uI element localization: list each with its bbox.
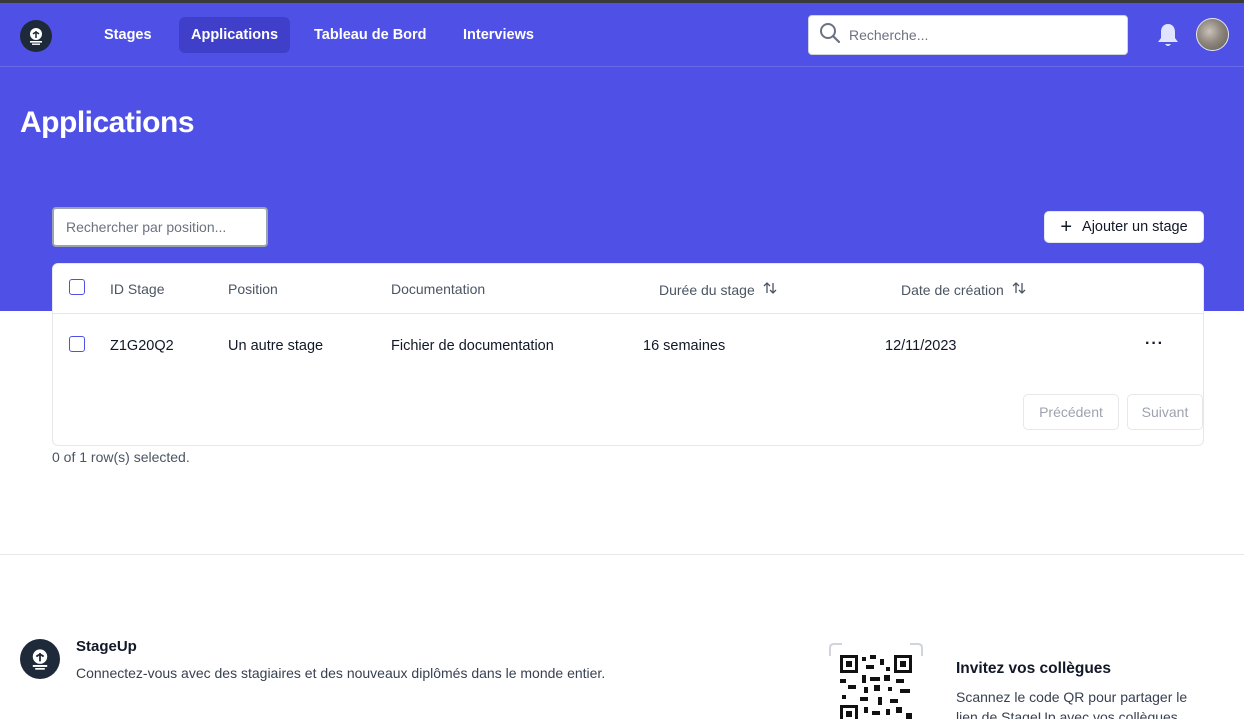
add-stage-label: Ajouter un stage (1082, 219, 1188, 235)
column-header-documentation: Documentation (391, 281, 486, 297)
nav-item-interviews[interactable]: Interviews (451, 17, 546, 53)
column-header-duration[interactable]: Durée du stage (659, 281, 777, 298)
selection-info: 0 of 1 row(s) selected. (52, 449, 190, 465)
stageup-logo-icon (20, 639, 60, 679)
plus-icon: + (1060, 216, 1073, 238)
global-search-input[interactable]: Recherche... (808, 15, 1128, 55)
invite-title: Invitez vos collègues (956, 660, 1112, 677)
nav-divider (0, 66, 1244, 67)
column-header-position: Position (228, 281, 278, 297)
qr-code-icon (840, 655, 912, 719)
search-placeholder: Recherche... (849, 27, 929, 43)
sort-icon[interactable] (1012, 281, 1026, 298)
sort-icon[interactable] (763, 281, 777, 298)
select-all-checkbox[interactable] (69, 279, 85, 295)
footer-brand: StageUp (76, 638, 137, 655)
created-header-label: Date de création (901, 281, 1004, 298)
footer-divider (0, 554, 1244, 555)
column-header-created[interactable]: Date de création (901, 281, 1026, 298)
cell-documentation[interactable]: Fichier de documentation (391, 338, 554, 354)
next-page-button[interactable]: Suivant (1127, 394, 1203, 430)
bell-icon[interactable] (1156, 22, 1180, 48)
cell-id: Z1G20Q2 (110, 338, 174, 354)
page-title: Applications (20, 106, 195, 139)
table-header: ID Stage Position Documentation Durée du… (53, 264, 1203, 314)
position-filter-input[interactable]: Rechercher par position... (52, 207, 268, 247)
cell-duration: 16 semaines (643, 338, 726, 354)
row-checkbox[interactable] (69, 336, 85, 352)
add-stage-button[interactable]: + Ajouter un stage (1044, 211, 1204, 243)
nav-item-tableau-de-bord[interactable]: Tableau de Bord (302, 17, 439, 53)
column-header-id: ID Stage (110, 281, 165, 297)
search-icon (819, 22, 841, 49)
user-avatar[interactable] (1196, 18, 1229, 51)
previous-page-button[interactable]: Précédent (1023, 394, 1119, 430)
more-horizontal-icon[interactable]: ··· (1145, 335, 1164, 353)
stageup-logo-icon[interactable] (20, 20, 52, 52)
applications-table: ID Stage Position Documentation Durée du… (52, 263, 1204, 446)
invite-text: Scannez le code QR pour partager le lien… (956, 689, 1188, 719)
cell-created: 12/11/2023 (885, 338, 957, 354)
nav-item-applications[interactable]: Applications (179, 17, 291, 53)
footer-tagline: Connectez-vous avec des stagiaires et de… (76, 665, 606, 681)
duration-header-label: Durée du stage (659, 281, 755, 298)
nav-item-stages[interactable]: Stages (92, 17, 164, 53)
cell-position: Un autre stage (228, 338, 324, 354)
